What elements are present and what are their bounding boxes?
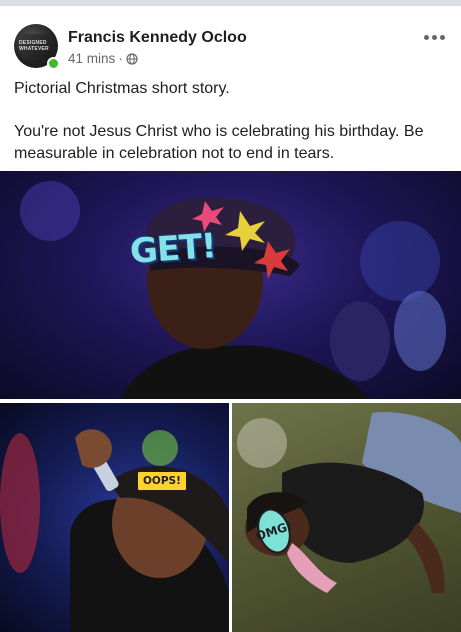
post-body: Pictorial Christmas short story. You're … — [14, 78, 452, 186]
post-timestamp[interactable]: 41 mins — [68, 51, 115, 66]
photo-woman-drinking — [0, 429, 229, 632]
author-name[interactable]: Francis Kennedy Ocloo — [68, 29, 247, 47]
avatar-logo-text: DESIGNED WHATEVER — [19, 40, 49, 52]
more-options-icon[interactable] — [424, 32, 446, 42]
top-divider — [0, 0, 461, 6]
post-header: DESIGNED WHATEVER Francis Kennedy Ocloo … — [14, 24, 454, 72]
meta-separator: · — [118, 51, 123, 66]
post-text-paragraph: Pictorial Christmas short story. — [14, 80, 230, 97]
post-photo-drinking[interactable] — [0, 403, 229, 632]
post-photo-main[interactable] — [0, 171, 461, 399]
post-meta: 41 mins · — [68, 51, 138, 66]
get-sticker: GET! — [128, 226, 218, 272]
oops-sticker: OOPS! — [136, 470, 188, 492]
globe-icon[interactable] — [126, 52, 138, 65]
online-status-dot — [47, 57, 60, 70]
photo-woman-bucket-hat — [20, 181, 446, 399]
post-text-paragraph: You're not Jesus Christ who is celebrati… — [14, 123, 424, 162]
